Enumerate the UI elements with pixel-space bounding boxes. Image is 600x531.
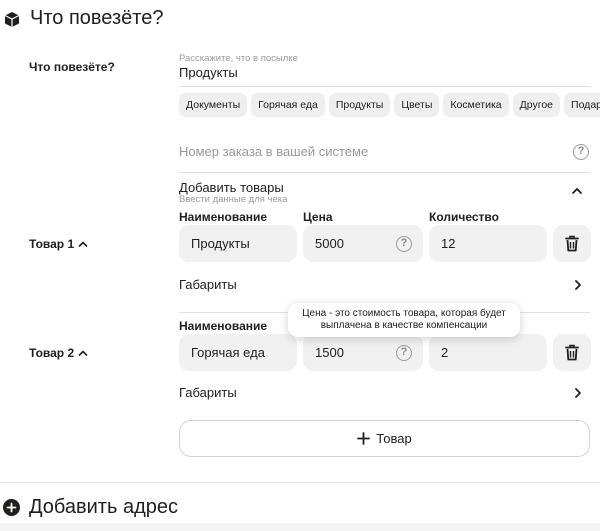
add-goods-subtitle: Ввести данные для чека <box>179 194 288 205</box>
item-1-toggle[interactable]: Товар 1 <box>29 237 88 251</box>
box-icon <box>5 12 19 27</box>
item-2-delete-button[interactable] <box>553 334 591 371</box>
help-icon[interactable]: ? <box>396 236 412 252</box>
chevron-up-icon <box>78 241 88 247</box>
plus-icon <box>357 432 371 445</box>
cargo-hint: Расскажите, что в посылке <box>179 53 298 64</box>
item-2-quantity-field[interactable]: 2 <box>429 334 547 371</box>
divider <box>179 172 590 173</box>
column-price: Цена <box>303 210 333 224</box>
item-2-name-field[interactable]: Горячая еда <box>179 334 297 371</box>
chip-hot-food[interactable]: Горячая еда <box>251 93 325 117</box>
help-icon[interactable]: ? <box>396 345 412 361</box>
plus-circle-icon <box>3 499 20 516</box>
tooltip-line-2: выплачена в качестве компенсации <box>320 320 488 331</box>
item-1-label: Товар 1 <box>29 237 75 251</box>
price-tooltip: Цена - это стоимость товара, которая буд… <box>288 303 520 337</box>
chip-gift[interactable]: Подарок <box>564 93 600 117</box>
item-1-price-value: 5000 <box>315 236 344 251</box>
add-address-button[interactable]: Добавить адрес <box>3 496 178 519</box>
item-2-dimensions-label: Габариты <box>179 385 237 400</box>
section-title: Что повезёте? <box>30 7 164 29</box>
chevron-right-icon <box>575 280 581 290</box>
item-2-toggle[interactable]: Товар 2 <box>29 346 88 360</box>
item-2-price-value: 1500 <box>315 345 344 360</box>
footer-strip <box>0 523 600 531</box>
item-2-label: Товар 2 <box>29 346 75 360</box>
chip-cosmetics[interactable]: Косметика <box>443 93 509 117</box>
item-1-dimensions-row[interactable]: Габариты <box>179 270 590 300</box>
order-number-placeholder: Номер заказа в вашей системе <box>179 144 369 159</box>
chevron-up-icon <box>78 350 88 356</box>
chip-other[interactable]: Другое <box>512 93 561 117</box>
add-address-label: Добавить адрес <box>29 496 178 518</box>
order-number-input[interactable]: Номер заказа в вашей системе <box>179 141 590 165</box>
add-item-label: Товар <box>376 431 412 446</box>
add-goods-title: Добавить товары <box>179 180 284 195</box>
cargo-value: Продукты <box>179 65 238 80</box>
column-quantity: Количество <box>429 210 499 224</box>
add-item-button[interactable]: Товар <box>179 420 590 457</box>
item-1-name-field[interactable]: Продукты <box>179 225 297 262</box>
cargo-label: Что повезёте? <box>29 60 115 74</box>
help-icon[interactable]: ? <box>573 144 589 160</box>
item-1-dimensions-label: Габариты <box>179 277 237 292</box>
cargo-chips: Документы Горячая еда Продукты Цветы Кос… <box>179 93 600 117</box>
chip-documents[interactable]: Документы <box>179 93 248 117</box>
trash-icon <box>565 235 579 252</box>
divider <box>179 86 590 87</box>
chevron-up-icon[interactable] <box>571 186 583 196</box>
column-name: Наименование <box>179 210 268 224</box>
item-2-dimensions-row[interactable]: Габариты <box>179 378 590 408</box>
chip-products[interactable]: Продукты <box>328 93 391 117</box>
chevron-right-icon <box>575 388 581 398</box>
tooltip-line-1: Цена - это стоимость товара, которая буд… <box>302 308 506 319</box>
cargo-input[interactable]: Расскажите, что в посылке Продукты <box>179 52 590 86</box>
item-1-quantity-field[interactable]: 12 <box>429 225 547 262</box>
trash-icon <box>565 344 579 361</box>
chip-flowers[interactable]: Цветы <box>394 93 440 117</box>
column-name: Наименование <box>179 319 268 333</box>
item-1-delete-button[interactable] <box>553 225 591 262</box>
